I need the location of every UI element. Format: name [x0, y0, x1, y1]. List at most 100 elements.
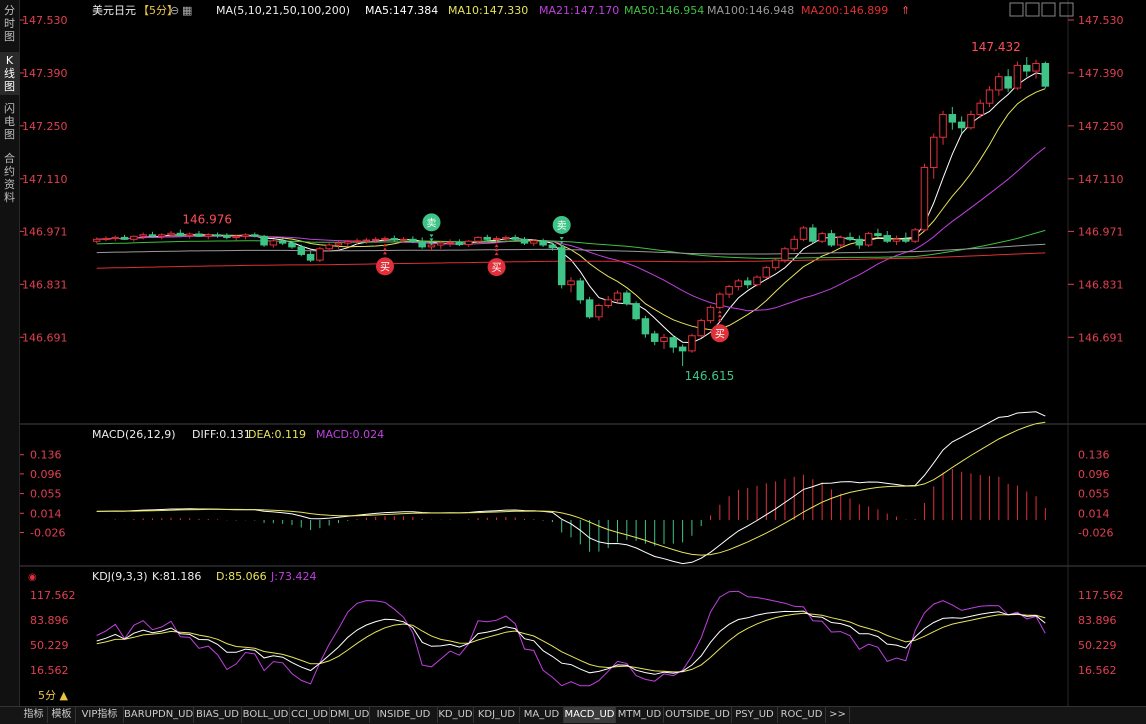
tab-1[interactable]: 模板: [48, 707, 76, 723]
kdj-tick-left-label: 83.896: [30, 614, 69, 627]
candle-body: [548, 244, 557, 249]
candle-body: [1022, 64, 1031, 72]
candle: [706, 305, 715, 324]
chart-svg[interactable]: 147.530 147.530 147.390 147.390 147.250 147.2…: [20, 0, 1146, 706]
tab-macdud[interactable]: MACD_UD: [564, 707, 616, 723]
candle: [139, 232, 147, 240]
candle: [325, 243, 333, 252]
candle-body: [864, 233, 873, 246]
tab-barupdnud[interactable]: BARUPDN_UD: [124, 707, 194, 723]
tab-cciud[interactable]: CCI_UD: [290, 707, 330, 723]
candle-body: [660, 337, 668, 342]
macd-title: MACD(26,12,9): [92, 428, 176, 441]
candle: [511, 234, 519, 241]
candle-body: [399, 238, 408, 241]
period-button[interactable]: 5分 ▲: [30, 688, 76, 704]
tab-biasud[interactable]: BIAS_UD: [194, 707, 242, 723]
tab-kdjud[interactable]: KDJ_UD: [474, 707, 520, 723]
grid-icon[interactable]: [1025, 2, 1040, 17]
candle: [836, 235, 845, 248]
tab-insideud[interactable]: INSIDE_UD: [370, 707, 438, 723]
candle-body: [911, 229, 919, 242]
candle-body: [883, 235, 891, 242]
macd-tick-right-label: 0.014: [1078, 507, 1110, 520]
candle-body: [688, 335, 696, 352]
signal-arrow: [382, 251, 387, 255]
tab-outsideud[interactable]: OUTSIDE_UD: [664, 707, 732, 723]
candle-body: [455, 241, 464, 246]
candle-body: [251, 234, 259, 237]
chart-area: 147.530 147.530 147.390 147.390 147.250 147.2…: [20, 0, 1146, 723]
candle-body: [520, 238, 529, 244]
candle: [251, 232, 259, 238]
macd-tick-left-label: 0.014: [30, 507, 62, 520]
candle: [455, 239, 464, 247]
up-arrow-icon: ⇑: [901, 4, 910, 17]
sell-signal: 卖: [552, 215, 571, 248]
main-legend-item: MA10:147.330: [448, 4, 528, 17]
price-tick-left: 147.250: [22, 120, 68, 133]
signal-arrow: [559, 236, 564, 240]
kdj-k: K:81.186: [152, 570, 201, 583]
candle: [688, 333, 696, 353]
window-icon[interactable]: [1041, 2, 1056, 17]
candle-body: [334, 242, 343, 246]
sidebar-item-0[interactable]: 分时图: [0, 2, 19, 45]
tab-[interactable]: >>: [826, 707, 850, 723]
tab-0[interactable]: 指标: [20, 707, 48, 723]
candle: [567, 277, 575, 293]
tab-kdud[interactable]: KD_UD: [438, 707, 474, 723]
candle: [595, 303, 603, 321]
signal-label: 卖: [426, 217, 436, 229]
crosshair-icon[interactable]: [1009, 2, 1024, 17]
candle-body: [855, 238, 864, 246]
signal-label: 卖: [557, 220, 567, 232]
candle-body: [139, 234, 147, 237]
d-line: [96, 612, 1046, 673]
tab-bollud[interactable]: BOLL_UD: [242, 707, 290, 723]
tab-dmiud[interactable]: DMI_UD: [330, 707, 370, 723]
signal-arrow: [717, 314, 722, 318]
tab-mtmud[interactable]: MTM_UD: [616, 707, 664, 723]
candle: [911, 227, 919, 244]
tab-maud[interactable]: MA_UD: [520, 707, 564, 723]
candle: [120, 234, 129, 241]
candle-body: [1032, 62, 1040, 72]
candle-body: [446, 241, 454, 244]
candle: [734, 279, 743, 291]
candle-body: [269, 240, 278, 246]
chart-type-icon[interactable]: [1059, 2, 1074, 17]
candle: [641, 315, 650, 338]
candle-body: [204, 234, 213, 237]
k-line: [96, 610, 1046, 675]
candle-body: [967, 114, 975, 129]
tab-vip2[interactable]: VIP指标: [76, 707, 124, 723]
sidebar-item-2[interactable]: 闪电图: [0, 100, 19, 143]
candle: [557, 244, 566, 289]
candle-body: [502, 236, 510, 240]
tab-rocud[interactable]: ROC_UD: [778, 707, 826, 723]
candle: [1004, 69, 1012, 92]
sidebar-item-3[interactable]: 合约资料: [0, 150, 19, 206]
candle-body: [130, 235, 138, 240]
sidebar-item-1[interactable]: K线图: [0, 52, 19, 95]
candle: [771, 258, 780, 271]
kdj-tick-left-label: 50.229: [30, 639, 69, 652]
candle-body: [92, 238, 101, 242]
candle-body: [706, 306, 715, 322]
candle-body: [474, 236, 482, 242]
candle: [632, 301, 640, 321]
candle: [864, 231, 873, 247]
price-tick-left: 147.390: [22, 67, 68, 80]
macd-value: MACD:0.024: [316, 428, 384, 441]
candle-body: [213, 234, 222, 237]
candle-body: [902, 238, 910, 242]
candle: [176, 229, 185, 237]
price-tick-right: 147.530: [1078, 14, 1124, 27]
candle-body: [325, 244, 333, 250]
tab-psyud[interactable]: PSY_UD: [732, 707, 778, 723]
candle-body: [874, 233, 882, 237]
candle-body: [418, 240, 426, 248]
candle-body: [371, 238, 380, 241]
candle: [855, 235, 864, 249]
